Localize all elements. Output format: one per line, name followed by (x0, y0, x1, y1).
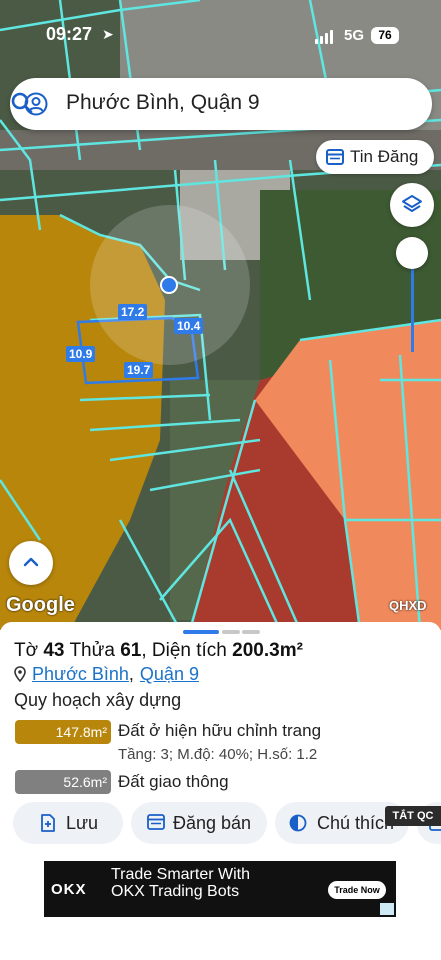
district-link[interactable]: Quận 9 (140, 664, 199, 684)
close-ad-button[interactable]: TẮT QC (385, 806, 441, 826)
signal-icon (315, 30, 335, 44)
save-label: Lưu (66, 813, 99, 833)
post-listing-button[interactable]: Tin Đăng (316, 140, 434, 174)
ad-fine-print (46, 906, 376, 914)
page-indicator-active[interactable] (183, 630, 219, 634)
legend-label: Chú thích (317, 813, 395, 833)
ad-headline: Trade Smarter With OKX Trading Bots (111, 866, 250, 900)
ad-logo: OKX (51, 881, 87, 898)
page-indicator[interactable] (222, 630, 240, 634)
page-indicator[interactable] (242, 630, 260, 634)
battery-icon: 76 (371, 27, 399, 44)
search-bar[interactable]: Phước Bình, Quận 9 (10, 78, 432, 130)
location-pin-icon (14, 666, 26, 682)
screen: 17.2 10.4 10.9 19.7 09:27 ➤ 5G 76 Phước … (0, 0, 441, 960)
dim-label-right: 10.4 (174, 318, 204, 334)
ad-banner[interactable]: OKX Trade Smarter With OKX Trading Bots … (0, 855, 441, 960)
opacity-slider-handle[interactable] (396, 237, 428, 269)
chevron-up-icon (23, 557, 39, 567)
adchoices-icon[interactable] (380, 903, 394, 915)
parcel-title: Tờ 43 Thửa 61, Diện tích 200.3m² (14, 640, 303, 661)
parcel-info-panel: Tờ 43 Thửa 61, Diện tích 200.3m² Phước B… (0, 622, 441, 854)
search-input[interactable]: Phước Bình, Quận 9 (66, 91, 260, 115)
dim-label-top: 17.2 (118, 304, 148, 320)
layers-icon (402, 195, 422, 212)
layers-button[interactable] (390, 183, 434, 227)
ward-link[interactable]: Phước Bình (32, 664, 129, 684)
save-icon (41, 814, 55, 832)
zone-area-badge: 147.8m² (15, 720, 111, 744)
ad-cta-button[interactable]: Trade Now (328, 881, 386, 899)
save-button[interactable]: Lưu (13, 802, 123, 844)
sell-label: Đăng bán (173, 813, 252, 833)
dim-label-bottom: 19.7 (124, 362, 154, 378)
parcel-location: Phước Bình, Quận 9 (14, 664, 199, 685)
listing-icon (326, 149, 344, 165)
search-icon[interactable] (10, 91, 34, 115)
status-time: 09:27 (46, 24, 93, 44)
layer-code-label: QHXD (389, 598, 427, 613)
status-bar: 09:27 ➤ 5G 76 (0, 0, 441, 70)
network-label: 5G (344, 27, 365, 44)
zone-detail: Tầng: 3; M.độ: 40%; H.số: 1.2 (118, 746, 318, 763)
zone-label: Đất giao thông (118, 772, 229, 791)
listing-icon (147, 814, 165, 830)
map-view[interactable]: 17.2 10.4 10.9 19.7 09:27 ➤ 5G 76 Phước … (0, 0, 441, 630)
sell-button[interactable]: Đăng bán (131, 802, 267, 844)
contrast-icon (289, 814, 307, 832)
dim-label-left: 10.9 (66, 346, 96, 362)
zone-area-badge: 52.6m² (15, 770, 111, 794)
current-location-dot (160, 276, 178, 294)
location-arrow-icon: ➤ (102, 26, 114, 42)
expand-panel-button[interactable] (9, 541, 53, 585)
planning-heading: Quy hoạch xây dựng (14, 690, 182, 710)
ad-creative[interactable]: OKX Trade Smarter With OKX Trading Bots … (44, 861, 396, 917)
google-attribution: Google (6, 594, 75, 616)
post-listing-label: Tin Đăng (350, 147, 419, 166)
zone-label: Đất ở hiện hữu chỉnh trang (118, 721, 322, 740)
